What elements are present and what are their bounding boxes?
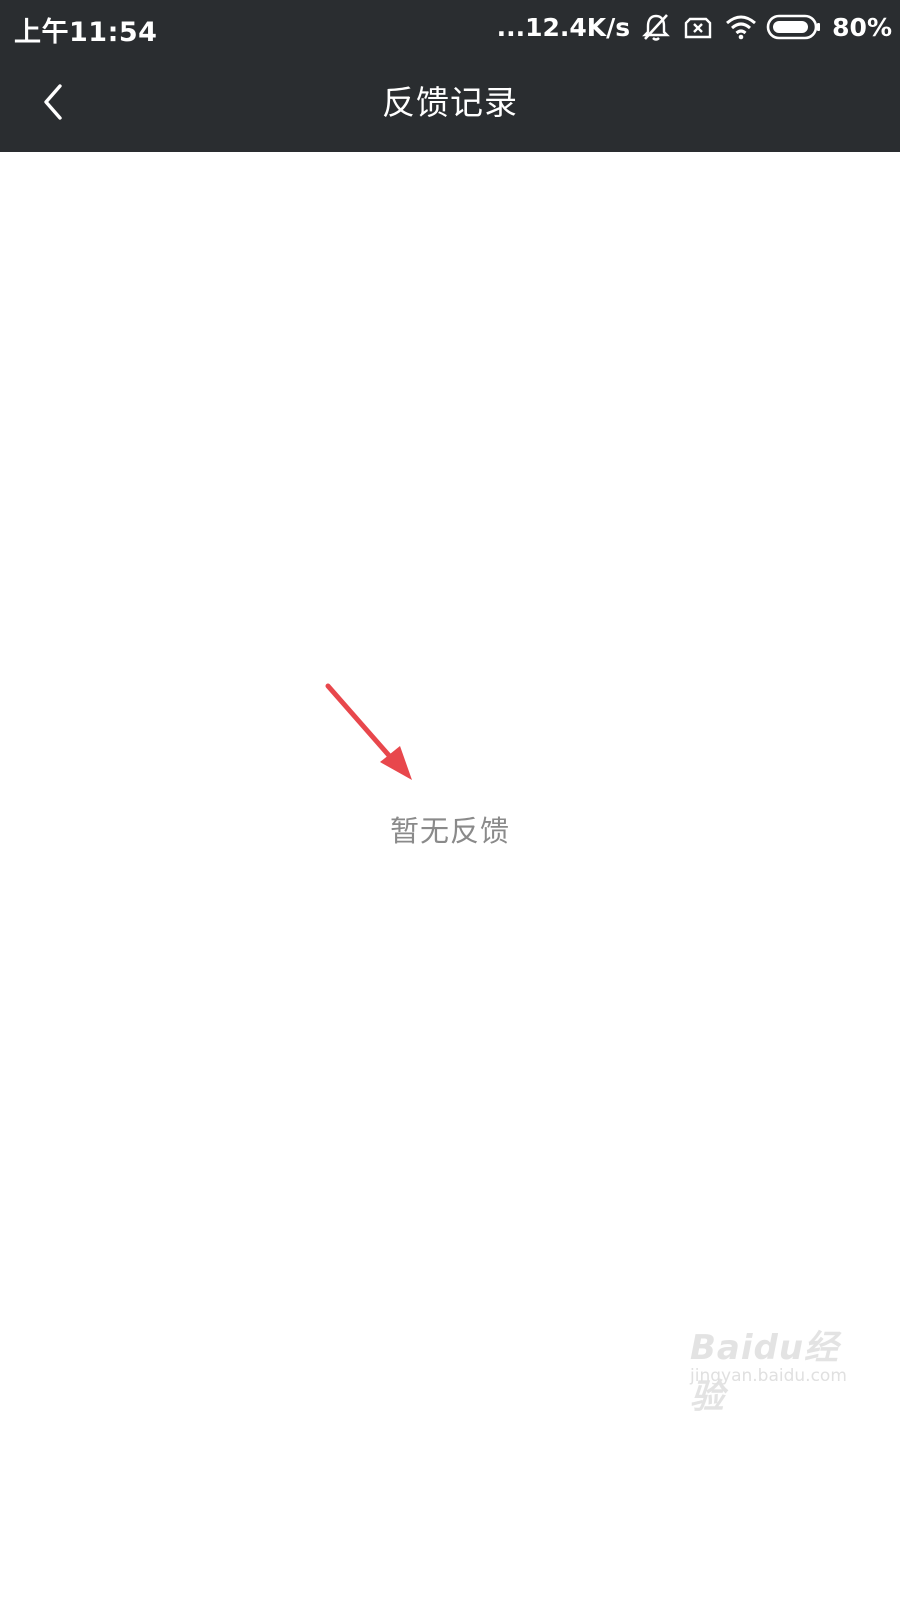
- baidu-watermark: Baidu经验 jingyan.baidu.com: [690, 1320, 870, 1417]
- status-indicators: ...12.4K/s 80%: [497, 8, 892, 46]
- watermark-url: jingyan.baidu.com: [690, 1366, 847, 1386]
- no-sim-icon: [682, 11, 714, 43]
- title-bar: 反馈记录: [0, 54, 900, 152]
- network-speed: ...12.4K/s: [496, 12, 631, 42]
- wifi-icon: [724, 11, 757, 43]
- app-screen: 上午11:54 ...12.4K/s 80% 反馈记录 暂无反馈 Baidu经验…: [0, 0, 900, 1600]
- page-title: 反馈记录: [382, 83, 518, 122]
- battery-percentage: 80%: [832, 12, 892, 42]
- empty-state-message: 暂无反馈: [389, 814, 510, 848]
- bell-off-icon: [640, 11, 672, 43]
- status-time: 上午11:54: [14, 17, 158, 48]
- annotation-arrow-icon: [325, 683, 412, 780]
- status-bar: 上午11:54 ...12.4K/s 80%: [0, 0, 900, 54]
- battery-icon: [766, 11, 822, 43]
